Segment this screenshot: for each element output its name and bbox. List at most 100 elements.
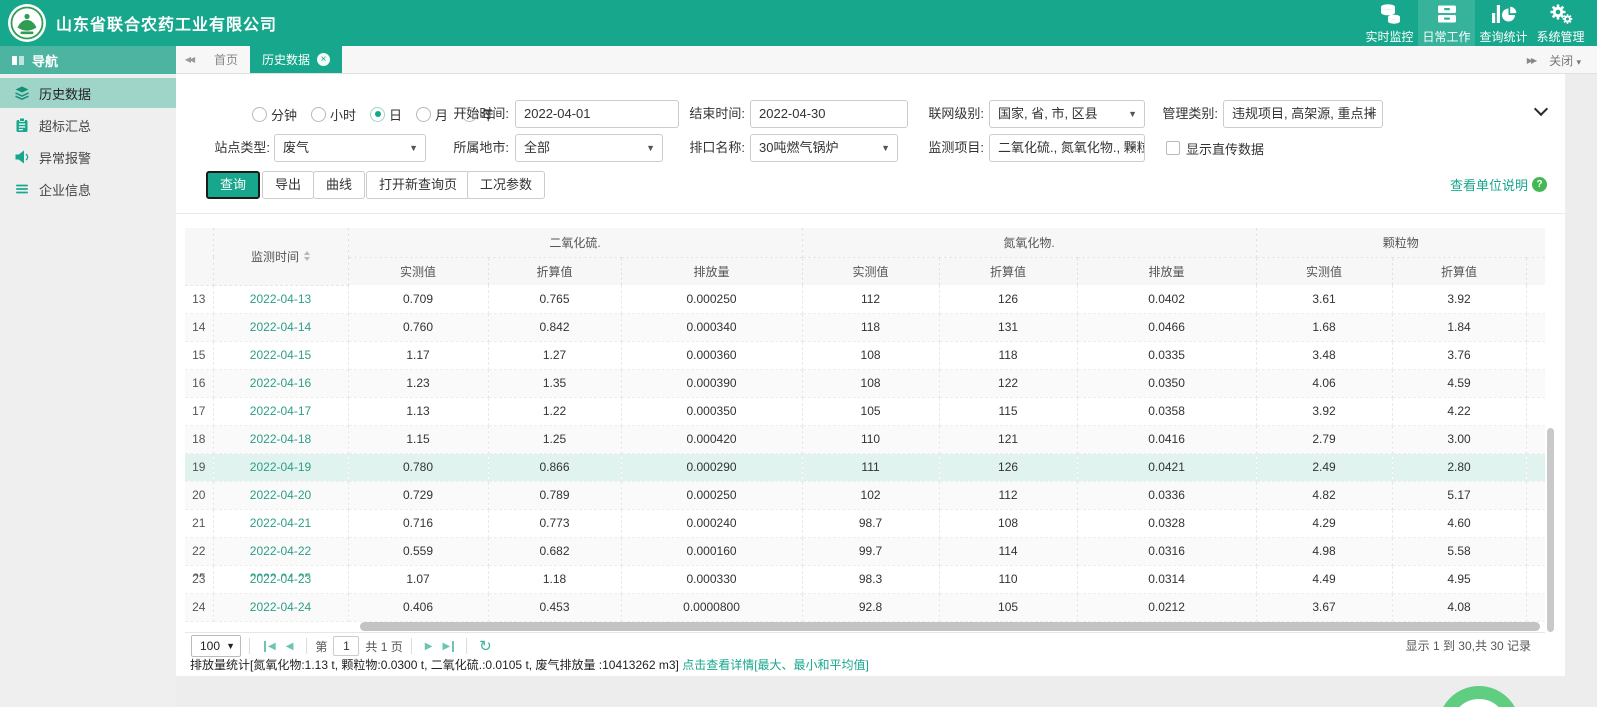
radio-minute[interactable]: 分钟	[252, 105, 297, 124]
export-button[interactable]: 导出	[262, 171, 314, 199]
date-link[interactable]: 2022-04-13	[213, 285, 348, 313]
grid-icon	[12, 56, 24, 65]
table-row[interactable]: 182022-04-181.151.250.0004201101210.0416…	[185, 425, 1545, 453]
date-link[interactable]: 2022-04-22	[213, 537, 348, 565]
vertical-scrollbar[interactable]	[1547, 428, 1554, 632]
pagination-bar: 100 ▼ ◀ ◀ 第 1 共 1 页 ▶ ▶ ↻ 显示 1 到 30,共 30…	[185, 632, 1545, 659]
sidebar-item-company-info[interactable]: 企业信息	[0, 174, 176, 204]
data-cell: 1.68	[1256, 313, 1392, 341]
direct-data-checkbox[interactable]: 显示直传数据	[1166, 134, 1264, 162]
table-row[interactable]: 192022-04-190.7800.8660.0002901111260.04…	[185, 453, 1545, 481]
table-row[interactable]: 162022-04-161.231.350.0003901081220.0350…	[185, 369, 1545, 397]
tabs-scroll-right-icon[interactable]: ▶▶	[1527, 56, 1535, 65]
next-page-icon[interactable]: ▶	[420, 641, 438, 652]
curve-button[interactable]: 曲线	[313, 171, 365, 199]
start-date-input[interactable]: 2022-04-01	[515, 100, 679, 128]
sidebar-item-alarm[interactable]: 异常报警	[0, 142, 176, 172]
radio-icon	[311, 107, 326, 122]
table-row[interactable]: 172022-04-171.131.220.0003501051150.0358…	[185, 397, 1545, 425]
row-index: 15	[185, 341, 213, 369]
open-new-query-button[interactable]: 打开新查询页	[366, 171, 470, 199]
select-value: 国家, 省, 市, 区县	[998, 106, 1098, 121]
date-link[interactable]: 2022-04-16	[213, 369, 348, 397]
radio-hour[interactable]: 小时	[311, 105, 356, 124]
row-index: 21	[185, 509, 213, 537]
data-cell: 1.13	[348, 397, 488, 425]
col-header: 折算值	[1392, 257, 1526, 285]
table-row[interactable]: 132022-04-130.7090.7650.0002501121260.04…	[185, 285, 1545, 313]
outlet-select[interactable]: 30吨燃气锅炉▼	[750, 134, 898, 162]
data-cell: 3.67	[1256, 593, 1392, 621]
page-size-select[interactable]: 100 ▼	[191, 635, 241, 657]
time-column-header[interactable]: 监测时间	[213, 228, 348, 285]
date-link[interactable]: 2022-04-25	[213, 564, 348, 577]
tab-home[interactable]: 首页	[202, 46, 250, 73]
last-page-icon[interactable]: ▶	[437, 641, 454, 652]
empty-cell	[1526, 369, 1545, 397]
condition-params-button[interactable]: 工况参数	[467, 171, 545, 199]
date-link[interactable]: 2022-04-14	[213, 313, 348, 341]
end-date-input[interactable]: 2022-04-30	[750, 100, 908, 128]
station-type-select[interactable]: 废气▼	[274, 134, 426, 162]
floating-widget-icon[interactable]	[1438, 686, 1520, 707]
nav-query-stats[interactable]: 查询统计	[1475, 0, 1532, 46]
data-cell: 0.773	[488, 509, 621, 537]
collapse-filters-icon[interactable]	[1534, 104, 1548, 114]
tab-history-data[interactable]: 历史数据 ×	[250, 46, 342, 73]
data-cell: 4.06	[1256, 369, 1392, 397]
data-cell: 0.000420	[621, 425, 802, 453]
date-link[interactable]: 2022-04-19	[213, 453, 348, 481]
query-button[interactable]: 查询	[206, 171, 260, 199]
refresh-icon[interactable]: ↻	[479, 637, 492, 655]
radio-day[interactable]: 日	[370, 105, 402, 124]
data-table: 监测时间 二氧化硫. 氮氧化物. 颗粒物 实测值 折算值 排放量 实测值	[185, 228, 1545, 622]
date-link[interactable]: 2022-04-21	[213, 509, 348, 537]
data-cell: 112	[939, 481, 1077, 509]
tabs-scroll-left-icon[interactable]: ◀◀	[176, 46, 202, 73]
clipboard-icon	[14, 117, 30, 133]
data-cell: 4.29	[1256, 509, 1392, 537]
table-row[interactable]: 222022-04-220.5590.6820.00016099.71140.0…	[185, 537, 1545, 565]
data-cell: 0.000390	[621, 369, 802, 397]
prev-page-icon[interactable]: ◀	[281, 641, 299, 652]
data-cell: 1.23	[348, 369, 488, 397]
first-page-icon[interactable]: ◀	[264, 641, 281, 652]
date-link[interactable]: 2022-04-24	[213, 593, 348, 621]
sidebar: 导航 历史数据 超标汇总	[0, 46, 176, 707]
nav-label: 系统管理	[1536, 28, 1584, 45]
close-tabs-menu[interactable]: 关闭 ▾	[1549, 52, 1591, 69]
sidebar-item-exceed-summary[interactable]: 超标汇总	[0, 110, 176, 140]
tab-close-icon[interactable]: ×	[317, 53, 330, 66]
sidebar-item-history-data[interactable]: 历史数据	[0, 78, 176, 108]
table-row[interactable]: 142022-04-140.7600.8420.0003401181310.04…	[185, 313, 1545, 341]
table-row[interactable]: 202022-04-200.7290.7890.0002501021120.03…	[185, 481, 1545, 509]
monitor-items-select[interactable]: 二氧化硫., 氮氧化物., 颗粒▼	[989, 134, 1145, 162]
database-icon	[1378, 2, 1402, 26]
data-cell: 0.0466	[1077, 313, 1256, 341]
date-link[interactable]: 2022-04-20	[213, 481, 348, 509]
page-number-input[interactable]: 1	[333, 636, 359, 656]
table-row[interactable]: 242022-04-240.4060.4530.000080092.81050.…	[185, 593, 1545, 621]
city-select[interactable]: 全部▼	[515, 134, 663, 162]
sort-icon[interactable]	[304, 251, 310, 261]
table-row[interactable]: 212022-04-210.7160.7730.00024098.71080.0…	[185, 509, 1545, 537]
network-level-select[interactable]: 国家, 省, 市, 区县▼	[989, 100, 1145, 128]
unit-description-link[interactable]: 查看单位说明 ?	[1450, 175, 1547, 194]
company-logo-icon	[8, 4, 46, 42]
nav-daily-work[interactable]: 日常工作	[1418, 0, 1475, 46]
select-value: 全部	[524, 140, 550, 155]
date-link[interactable]: 2022-04-17	[213, 397, 348, 425]
manage-type-select[interactable]: 违规项目, 高架源, 重点排▼	[1223, 100, 1383, 128]
horizontal-scrollbar[interactable]	[360, 622, 1540, 631]
date-link[interactable]: 2022-04-15	[213, 341, 348, 369]
partial-table-row: 25 2022-04-25	[185, 564, 1545, 577]
empty-cell	[1526, 509, 1545, 537]
date-link[interactable]: 2022-04-18	[213, 425, 348, 453]
data-cell: 3.48	[1256, 341, 1392, 369]
stats-detail-link[interactable]: 点击查看详情[最大、最小和平均值]	[682, 658, 869, 672]
nav-realtime-monitor[interactable]: 实时监控	[1361, 0, 1418, 46]
table-row[interactable]: 152022-04-151.171.270.0003601081180.0335…	[185, 341, 1545, 369]
corner-header	[185, 228, 213, 285]
col-header: 折算值	[939, 257, 1077, 285]
nav-system-admin[interactable]: 系统管理	[1532, 0, 1589, 46]
